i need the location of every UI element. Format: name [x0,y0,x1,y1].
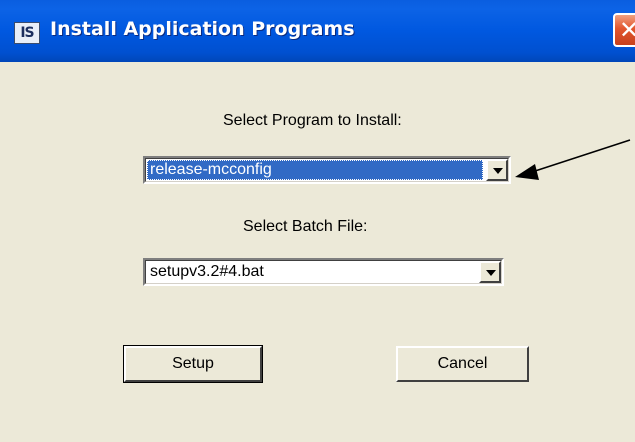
batch-select-dropdown[interactable]: setupv3.2#4.bat [143,258,504,286]
annotation-arrow-line [531,139,631,173]
close-button[interactable]: ✕ [613,13,635,47]
batch-dropdown-button[interactable] [479,261,501,283]
program-dropdown-button[interactable] [486,159,508,181]
window-title: Install Application Programs [50,18,355,40]
app-icon: IS [14,22,40,44]
cancel-button[interactable]: Cancel [396,346,529,382]
program-select-dropdown[interactable]: release-mcconfig [143,156,511,184]
install-dialog: IS Install Application Programs ✕ Select… [0,0,635,442]
chevron-down-icon [493,168,503,174]
batch-select-label: Select Batch File: [243,218,368,235]
annotation-arrow-head [515,164,539,180]
title-bar[interactable]: IS Install Application Programs ✕ [0,0,635,62]
close-icon: ✕ [619,16,635,44]
batch-select-value: setupv3.2#4.bat [150,263,264,280]
chevron-down-icon [486,270,496,276]
setup-button[interactable]: Setup [123,345,263,383]
program-select-value: release-mcconfig [147,160,483,180]
program-select-label: Select Program to Install: [223,112,402,129]
